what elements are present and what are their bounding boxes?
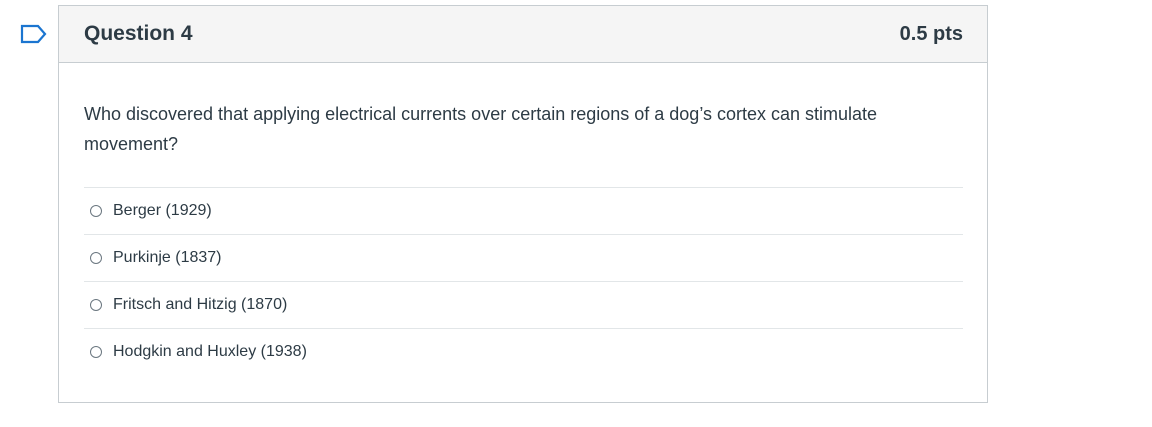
answer-option[interactable]: Berger (1929)	[84, 187, 963, 234]
answer-label[interactable]: Fritsch and Hitzig (1870)	[113, 296, 287, 314]
answer-list: Berger (1929) Purkinje (1837) Fritsch an…	[84, 187, 963, 375]
answer-option[interactable]: Purkinje (1837)	[84, 234, 963, 281]
answer-label[interactable]: Berger (1929)	[113, 202, 212, 220]
flag-question-icon[interactable]	[20, 24, 48, 44]
question-body: Who discovered that applying electrical …	[59, 63, 987, 375]
radio-button[interactable]	[90, 252, 102, 264]
radio-button[interactable]	[90, 346, 102, 358]
answer-label[interactable]: Hodgkin and Huxley (1938)	[113, 343, 307, 361]
question-card: Question 4 0.5 pts Who discovered that a…	[58, 5, 988, 403]
answer-option[interactable]: Fritsch and Hitzig (1870)	[84, 281, 963, 328]
question-text: Who discovered that applying electrical …	[84, 104, 878, 154]
radio-button[interactable]	[90, 205, 102, 217]
question-points: 0.5 pts	[899, 22, 963, 45]
radio-button[interactable]	[90, 299, 102, 311]
answer-label[interactable]: Purkinje (1837)	[113, 249, 222, 267]
question-header: Question 4 0.5 pts	[59, 6, 987, 63]
question-title: Question 4	[84, 22, 193, 45]
answer-option[interactable]: Hodgkin and Huxley (1938)	[84, 328, 963, 375]
